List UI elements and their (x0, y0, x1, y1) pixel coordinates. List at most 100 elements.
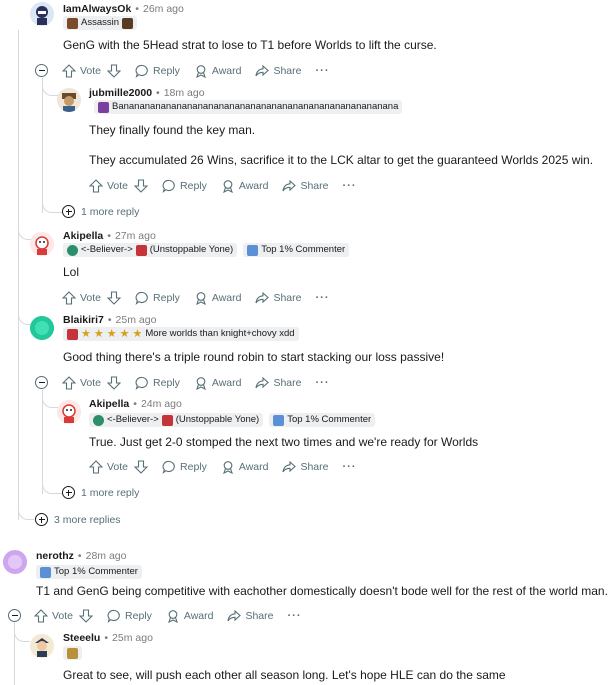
downvote-button[interactable] (134, 179, 149, 193)
more-options-icon[interactable]: ··· (288, 610, 302, 622)
award-button[interactable]: Award (194, 291, 241, 305)
user-flair (63, 646, 82, 660)
upvote-icon (62, 291, 76, 305)
reply-button[interactable]: Reply (135, 64, 180, 78)
thread-curve (42, 484, 64, 494)
top-commenter-badge: Top 1% Commenter (269, 413, 376, 427)
avatar[interactable] (30, 316, 54, 340)
share-label: Share (273, 292, 302, 304)
upvote-button[interactable]: Vote (89, 179, 128, 193)
timestamp[interactable]: 25m ago (112, 632, 153, 644)
award-button[interactable]: Award (194, 64, 241, 78)
share-label: Share (273, 65, 302, 77)
timestamp[interactable]: 24m ago (141, 398, 182, 410)
reply-button[interactable]: Reply (135, 376, 180, 390)
upvote-button[interactable]: Vote (62, 64, 101, 78)
reply-label: Reply (180, 180, 207, 192)
reply-button[interactable]: Reply (135, 291, 180, 305)
comment-body-line: They accumulated 26 Wins, sacrifice it t… (89, 153, 594, 167)
award-icon (195, 65, 206, 78)
thread-line-root[interactable] (18, 30, 19, 520)
downvote-button[interactable] (134, 460, 149, 474)
more-options-icon[interactable]: ··· (316, 65, 330, 77)
top-commenter-badge: Top 1% Commenter (243, 243, 350, 257)
timestamp[interactable]: 26m ago (143, 3, 184, 15)
share-button[interactable]: Share (282, 460, 329, 474)
collapse-thread-button[interactable] (8, 609, 21, 622)
more-options-icon[interactable]: ··· (343, 180, 357, 192)
thread-line-c4[interactable] (42, 390, 43, 494)
username[interactable]: Akipella (89, 398, 129, 410)
more-replies-button[interactable]: 1 more reply (62, 486, 139, 499)
avatar[interactable] (30, 634, 54, 658)
upvote-button[interactable]: Vote (89, 460, 128, 474)
flair-line: <-Believer-> (Unstoppable Yone) Top 1% C… (89, 413, 376, 427)
more-replies-button[interactable]: 3 more replies (35, 513, 121, 526)
comment-body-line: They finally found the key man. (89, 123, 256, 137)
avatar[interactable] (3, 550, 27, 574)
separator-dot: • (107, 230, 111, 242)
more-options-icon[interactable]: ··· (316, 292, 330, 304)
share-button[interactable]: Share (227, 609, 274, 623)
more-options-icon[interactable]: ··· (316, 377, 330, 389)
username[interactable]: jubmille2000 (89, 87, 152, 99)
share-button[interactable]: Share (282, 179, 329, 193)
share-button[interactable]: Share (255, 376, 302, 390)
avatar[interactable] (57, 400, 81, 424)
username[interactable]: Akipella (63, 230, 103, 242)
reply-label: Reply (180, 461, 207, 473)
badge-text: Top 1% Commenter (54, 566, 138, 577)
flair-emoji-icon (93, 414, 104, 426)
downvote-button[interactable] (79, 609, 94, 623)
username[interactable]: Steeelu (63, 632, 100, 644)
comment-body: Great to see, will push each other all s… (63, 668, 506, 682)
award-button[interactable]: Award (194, 376, 241, 390)
reply-icon (107, 609, 120, 623)
timestamp[interactable]: 25m ago (116, 314, 157, 326)
reply-button[interactable]: Reply (107, 609, 152, 623)
separator-dot: • (77, 550, 82, 562)
vote-label: Vote (80, 377, 102, 389)
reply-button[interactable]: Reply (162, 179, 207, 193)
comment-header: IamAlwaysOk • 26m ago (63, 3, 184, 15)
avatar[interactable] (57, 88, 81, 112)
award-button[interactable]: Award (221, 179, 268, 193)
award-button[interactable]: Award (166, 609, 213, 623)
collapse-thread-button[interactable] (35, 376, 48, 389)
downvote-button[interactable] (107, 64, 122, 78)
more-options-icon[interactable]: ··· (343, 461, 357, 473)
share-button[interactable]: Share (255, 64, 302, 78)
award-icon (222, 461, 233, 474)
flair-line: <-Believer-> (Unstoppable Yone) Top 1% C… (63, 243, 350, 257)
reply-icon (135, 291, 148, 305)
collapse-thread-button[interactable] (35, 64, 48, 77)
thread-line-c1[interactable] (42, 78, 43, 213)
reply-label: Reply (125, 610, 152, 622)
avatar[interactable] (30, 2, 54, 26)
username[interactable]: Blaikiri7 (63, 314, 104, 326)
flair-emoji-icon (67, 17, 78, 29)
downvote-icon (107, 376, 122, 390)
flair-line: Assassin (63, 16, 138, 30)
award-button[interactable]: Award (221, 460, 268, 474)
share-button[interactable]: Share (255, 291, 302, 305)
username[interactable]: nerothz (36, 550, 74, 562)
timestamp[interactable]: 18m ago (164, 87, 205, 99)
username[interactable]: IamAlwaysOk (63, 3, 131, 15)
timestamp[interactable]: 28m ago (86, 550, 127, 562)
timestamp[interactable]: 27m ago (115, 230, 156, 242)
flair-line: Top 1% Commenter (36, 565, 142, 579)
downvote-icon (107, 291, 122, 305)
reply-button[interactable]: Reply (162, 460, 207, 474)
upvote-button[interactable]: Vote (62, 291, 101, 305)
downvote-button[interactable] (107, 291, 122, 305)
downvote-button[interactable] (107, 376, 122, 390)
upvote-button[interactable]: Vote (62, 376, 101, 390)
badge-text: Top 1% Commenter (287, 414, 372, 425)
expand-plus-icon (62, 205, 75, 218)
upvote-button[interactable]: Vote (34, 609, 73, 623)
avatar[interactable] (30, 232, 54, 256)
reply-icon (135, 376, 148, 390)
more-replies-button[interactable]: 1 more reply (62, 205, 139, 218)
comment-body: T1 and GenG being competitive with eacho… (36, 584, 608, 598)
